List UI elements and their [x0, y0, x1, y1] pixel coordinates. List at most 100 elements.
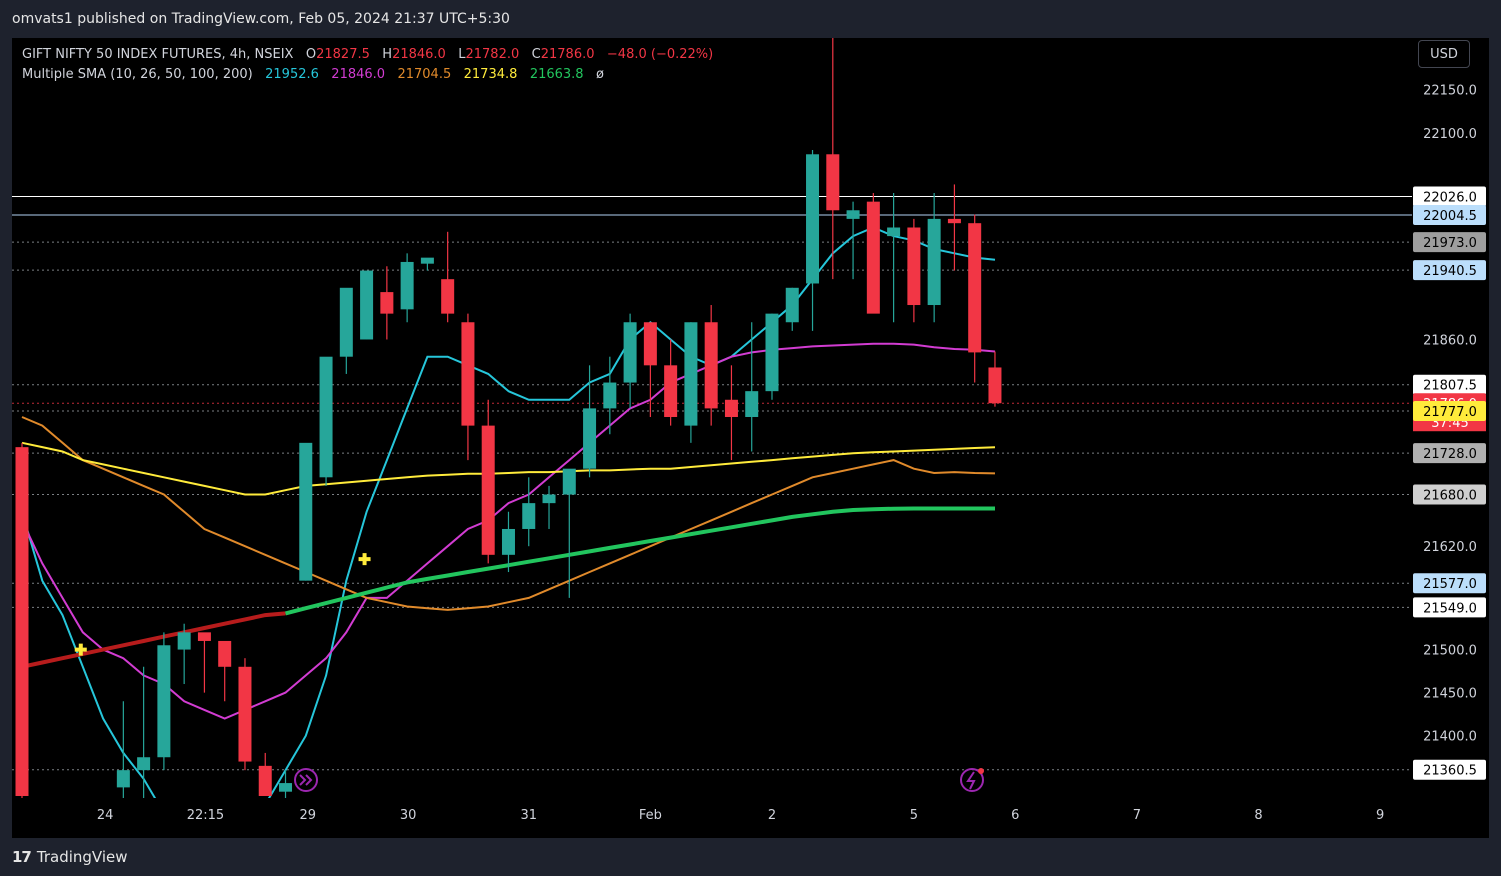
low-value: 21782.0: [465, 47, 520, 62]
price-level-label: 21807.5: [1423, 379, 1477, 394]
candle-body: [846, 210, 860, 219]
price-level-label: 21973.0: [1423, 236, 1477, 251]
candle-body: [724, 399, 738, 417]
candle-body: [907, 227, 921, 306]
change-value: −48.0 (−0.22%): [606, 47, 714, 62]
open-label: O: [305, 47, 317, 62]
candle-body: [887, 227, 901, 237]
candle-body: [501, 528, 515, 555]
price-level-label: 21577.0: [1423, 577, 1477, 592]
candle-body: [218, 640, 232, 667]
price-level-label: 21777.0: [1423, 405, 1477, 420]
candle-body: [441, 279, 455, 314]
y-tick-label: 22150.0: [1423, 84, 1477, 99]
candle-body: [258, 765, 272, 796]
candle-body: [542, 494, 556, 504]
brand-name: TradingView: [36, 848, 128, 866]
candle-body: [745, 391, 759, 417]
candle-body: [36, 813, 49, 838]
x-tick-label: Feb: [639, 808, 662, 823]
legend-ohlc-row: GIFT NIFTY 50 INDEX FUTURES, 4h, NSEIX O…: [22, 45, 713, 65]
candle-body: [947, 218, 961, 224]
y-tick-label: 22100.0: [1423, 127, 1477, 142]
y-tick-label: 21620.0: [1423, 540, 1477, 555]
x-tick-label: 9: [1376, 808, 1384, 823]
candle-body: [481, 425, 495, 555]
candle-body: [380, 292, 394, 314]
candle-body: [420, 257, 434, 264]
candle-body: [806, 154, 820, 284]
x-tick-label: 30: [400, 808, 417, 823]
price-level-label: 21680.0: [1423, 489, 1477, 504]
x-tick-label: 5: [910, 808, 918, 823]
candle-body: [157, 645, 171, 758]
publisher-bar: omvats1 published on TradingView.com, Fe…: [0, 0, 1501, 38]
chart-legend: GIFT NIFTY 50 INDEX FUTURES, 4h, NSEIX O…: [22, 45, 713, 85]
price-level-label: 22004.5: [1423, 209, 1477, 224]
candle-body: [603, 382, 617, 409]
notification-dot-icon: [978, 768, 984, 774]
candle-body: [299, 442, 313, 581]
candle-body: [704, 322, 718, 409]
candle-body: [927, 218, 941, 306]
candle-body: [339, 287, 353, 357]
candle-body: [785, 287, 799, 323]
y-tick-label: 21860.0: [1423, 333, 1477, 348]
price-level-label: 21940.5: [1423, 264, 1477, 279]
candle-body: [765, 313, 779, 392]
x-tick-label: 22:15: [187, 808, 224, 823]
candle-body: [177, 632, 191, 650]
candle-body: [116, 770, 130, 788]
candle-body: [583, 408, 597, 469]
candle-body: [197, 632, 211, 641]
sma-10-value: 21952.6: [265, 67, 319, 82]
open-value: 21827.5: [316, 47, 370, 62]
currency-button[interactable]: USD: [1418, 40, 1470, 68]
footer-bar: 17 TradingView: [0, 838, 1501, 876]
x-tick-label: 7: [1133, 808, 1141, 823]
symbol-title[interactable]: GIFT NIFTY 50 INDEX FUTURES, 4h, NSEIX: [22, 47, 293, 62]
high-label: H: [382, 47, 393, 62]
x-tick-label: 24: [97, 808, 114, 823]
signal-marker-icon: [358, 553, 371, 566]
flash-bolt-icon: [966, 771, 976, 790]
sma-200-line-rising: [285, 506, 995, 616]
candle-body: [968, 223, 982, 353]
candle-body: [238, 666, 252, 762]
brand: 17 TradingView: [12, 848, 128, 866]
tradingview-logo-icon: 17: [12, 848, 32, 866]
sma-200-value: 21663.8: [529, 67, 584, 82]
candle-body: [988, 367, 1002, 404]
candle-body: [562, 468, 576, 495]
price-level-label: 21728.0: [1423, 447, 1477, 462]
close-label: C: [531, 47, 541, 62]
legend-sma-row: Multiple SMA (10, 26, 50, 100, 200) 2195…: [22, 65, 713, 85]
x-tick-label: 2: [768, 808, 776, 823]
price-level-label: 21549.0: [1423, 601, 1477, 616]
x-tick-label: 31: [520, 808, 537, 823]
candle-body: [137, 757, 151, 771]
candle-body: [623, 322, 637, 383]
sma-200-line-falling: [21, 611, 286, 669]
y-tick-label: 21450.0: [1423, 687, 1477, 702]
close-value: 21786.0: [540, 47, 595, 62]
x-tick-label: 8: [1254, 808, 1262, 823]
price-level-label: 21360.5: [1423, 764, 1477, 779]
candle-body: [643, 322, 657, 366]
candle-body: [866, 201, 880, 314]
publisher-text: omvats1 published on TradingView.com, Fe…: [12, 11, 510, 27]
candle-body: [522, 503, 536, 529]
high-value: 21846.0: [392, 47, 446, 62]
price-chart[interactable]: 22150.0 22100.0 21860.0 21620.0 21500.0 21450…: [12, 38, 1489, 838]
candle-body: [664, 365, 678, 417]
candle-body: [15, 447, 29, 796]
sma-100-value: 21734.8: [463, 67, 518, 82]
price-level-label: 22026.0: [1423, 190, 1477, 205]
candle-body: [826, 154, 840, 211]
candle-body: [684, 322, 698, 426]
candle-body: [360, 270, 374, 340]
x-tick-label: 29: [300, 808, 317, 823]
chart-panel[interactable]: 22150.0 22100.0 21860.0 21620.0 21500.0 21450…: [12, 38, 1489, 838]
sma-title[interactable]: Multiple SMA (10, 26, 50, 100, 200): [22, 67, 253, 82]
y-tick-label: 21500.0: [1423, 644, 1477, 659]
